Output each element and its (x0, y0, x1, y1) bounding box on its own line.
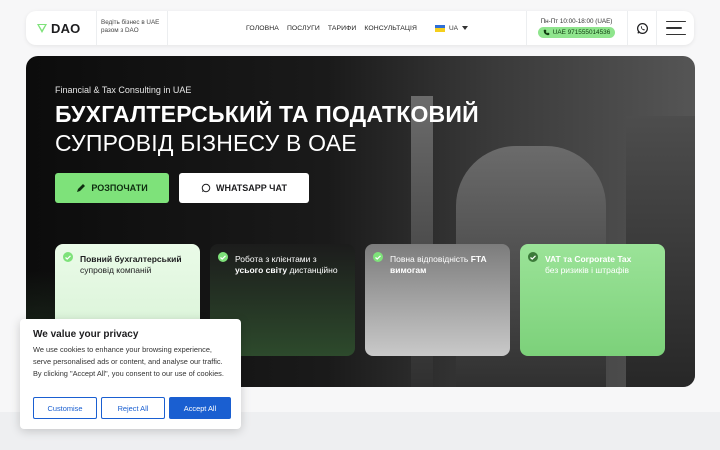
card-text: Робота з клієнтами з (235, 254, 317, 264)
whatsapp-icon (636, 22, 648, 34)
header-contact: Пн-Пт 10:00-18:00 (UAE) UAE 971555014536 (526, 11, 626, 45)
logo-text: DAO (51, 20, 81, 36)
page: DAO Ведіть бізнес в UAE разом з DAO ГОЛО… (0, 0, 720, 450)
hero-title-line1: БУХГАЛТЕРСЬКИЙ ТА ПОДАТКОВИЙ (55, 101, 479, 127)
nav-item-home[interactable]: ГОЛОВНА (246, 25, 279, 32)
header-tagline: Ведіть бізнес в UAE разом з DAO (96, 11, 168, 45)
phone-icon (543, 29, 550, 36)
cookie-consent-dialog: We value your privacy We use cookies to … (20, 319, 241, 429)
card-bold-text: усього світу (235, 265, 288, 275)
whatsapp-chat-button[interactable]: WHATSAPP ЧАТ (179, 173, 309, 203)
feature-card-fta: Повна відповідність FTA вимогам (365, 244, 510, 356)
caret-down-icon (461, 26, 468, 30)
card-text: без ризиків і штрафів (545, 265, 629, 275)
consent-body: We use cookies to enhance your browsing … (33, 345, 224, 378)
check-icon (63, 252, 73, 262)
card-text: Повна відповідність (390, 254, 469, 264)
consent-buttons: Customise Reject All Accept All (33, 397, 231, 419)
start-button[interactable]: РОЗПОЧАТИ (55, 173, 169, 203)
site-header: DAO Ведіть бізнес в UAE разом з DAO ГОЛО… (26, 11, 694, 45)
logo-icon (37, 24, 47, 33)
whatsapp-icon (201, 183, 211, 193)
customise-button[interactable]: Customise (33, 397, 97, 419)
check-icon (373, 252, 383, 262)
card-bold-text: VAT та Corporate Tax (545, 254, 632, 264)
language-label: UA (448, 24, 458, 32)
card-text: супровід компаній (80, 265, 152, 275)
logo[interactable]: DAO (26, 21, 96, 36)
reject-all-button[interactable]: Reject All (101, 397, 165, 419)
consent-title: We value your privacy (33, 329, 139, 340)
working-hours: Пн-Пт 10:00-18:00 (UAE) (540, 18, 613, 25)
main-nav: ГОЛОВНА ПОСЛУГИ ТАРИФИ КОНСУЛЬТАЦІЯ (246, 25, 417, 32)
hamburger-menu-icon[interactable] (666, 21, 686, 35)
card-text-rest: дистанційно (289, 265, 338, 275)
whatsapp-chat-label: WHATSAPP ЧАТ (215, 183, 288, 193)
check-icon (528, 252, 538, 262)
card-bold-text: Повний бухгалтерський (80, 254, 182, 264)
pencil-icon (77, 184, 86, 192)
language-selector[interactable]: UA (434, 24, 468, 32)
ukraine-flag-icon (434, 24, 445, 32)
accept-all-button[interactable]: Accept All (169, 397, 231, 419)
nav-item-consultation[interactable]: КОНСУЛЬТАЦІЯ (364, 25, 417, 32)
whatsapp-header-button[interactable] (627, 11, 657, 45)
feature-card-vat: VAT та Corporate Tax без ризиків і штраф… (520, 244, 665, 356)
hero-subtitle: Financial & Tax Consulting in UAE (55, 85, 192, 95)
start-button-label: РОЗПОЧАТИ (91, 183, 148, 193)
nav-item-pricing[interactable]: ТАРИФИ (328, 25, 357, 32)
phone-number: UAE 971555014536 (552, 29, 611, 36)
check-icon (218, 252, 228, 262)
phone-button[interactable]: UAE 971555014536 (537, 27, 616, 38)
nav-item-services[interactable]: ПОСЛУГИ (287, 25, 320, 32)
hero-title-line2: СУПРОВІД БІЗНЕСУ В ОАЕ (55, 130, 357, 156)
